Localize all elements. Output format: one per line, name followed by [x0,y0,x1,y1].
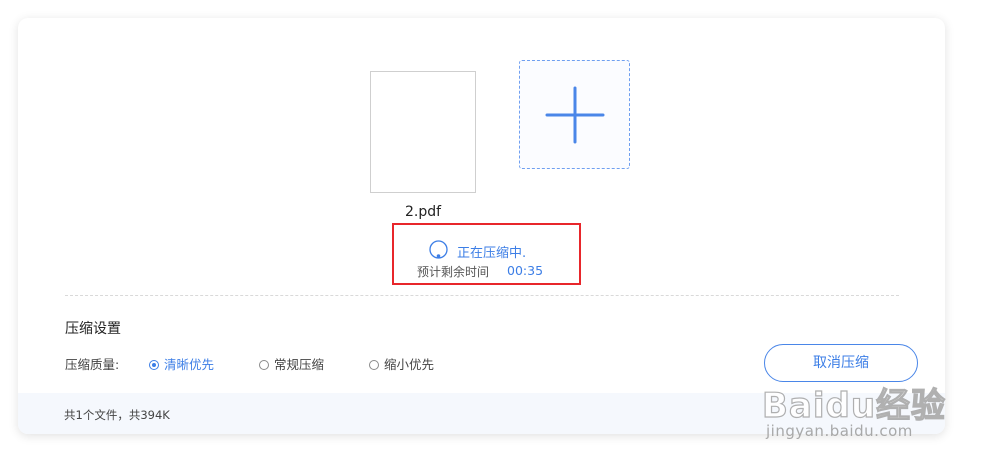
settings-title: 压缩设置 [65,321,121,337]
quality-option-label: 常规压缩 [274,357,325,372]
plus-icon [545,86,605,144]
footer-bar: 共1个文件，共394K [18,393,945,434]
quality-option-label: 清晰优先 [164,357,215,372]
file-summary: 共1个文件，共394K [64,408,170,422]
quality-label: 压缩质量: [65,357,120,372]
compress-status-box: 正在压缩中. 预计剩余时间 00:35 [392,223,581,285]
quality-option-normal[interactable]: 常规压缩 [259,358,324,372]
cancel-compress-button[interactable]: 取消压缩 [764,344,918,382]
radio-icon [259,360,269,370]
file-thumbnail[interactable] [370,71,476,193]
loading-spinner-icon [429,240,448,259]
eta-label: 预计剩余时间 [417,265,490,279]
section-divider [65,295,899,296]
quality-option-label: 缩小优先 [384,357,435,372]
quality-option-small[interactable]: 缩小优先 [369,358,434,372]
compress-panel: 2.pdf 正在压缩中. 预计剩余时间 00:35 压缩设置 压缩质量: 清晰优… [18,18,945,434]
quality-option-clear[interactable]: 清晰优先 [149,358,214,372]
file-name: 2.pdf [404,204,442,220]
add-file-button[interactable] [519,60,630,169]
compress-status-text: 正在压缩中. [457,246,527,261]
radio-icon [149,360,159,370]
radio-icon [369,360,379,370]
eta-value: 00:35 [507,263,544,278]
